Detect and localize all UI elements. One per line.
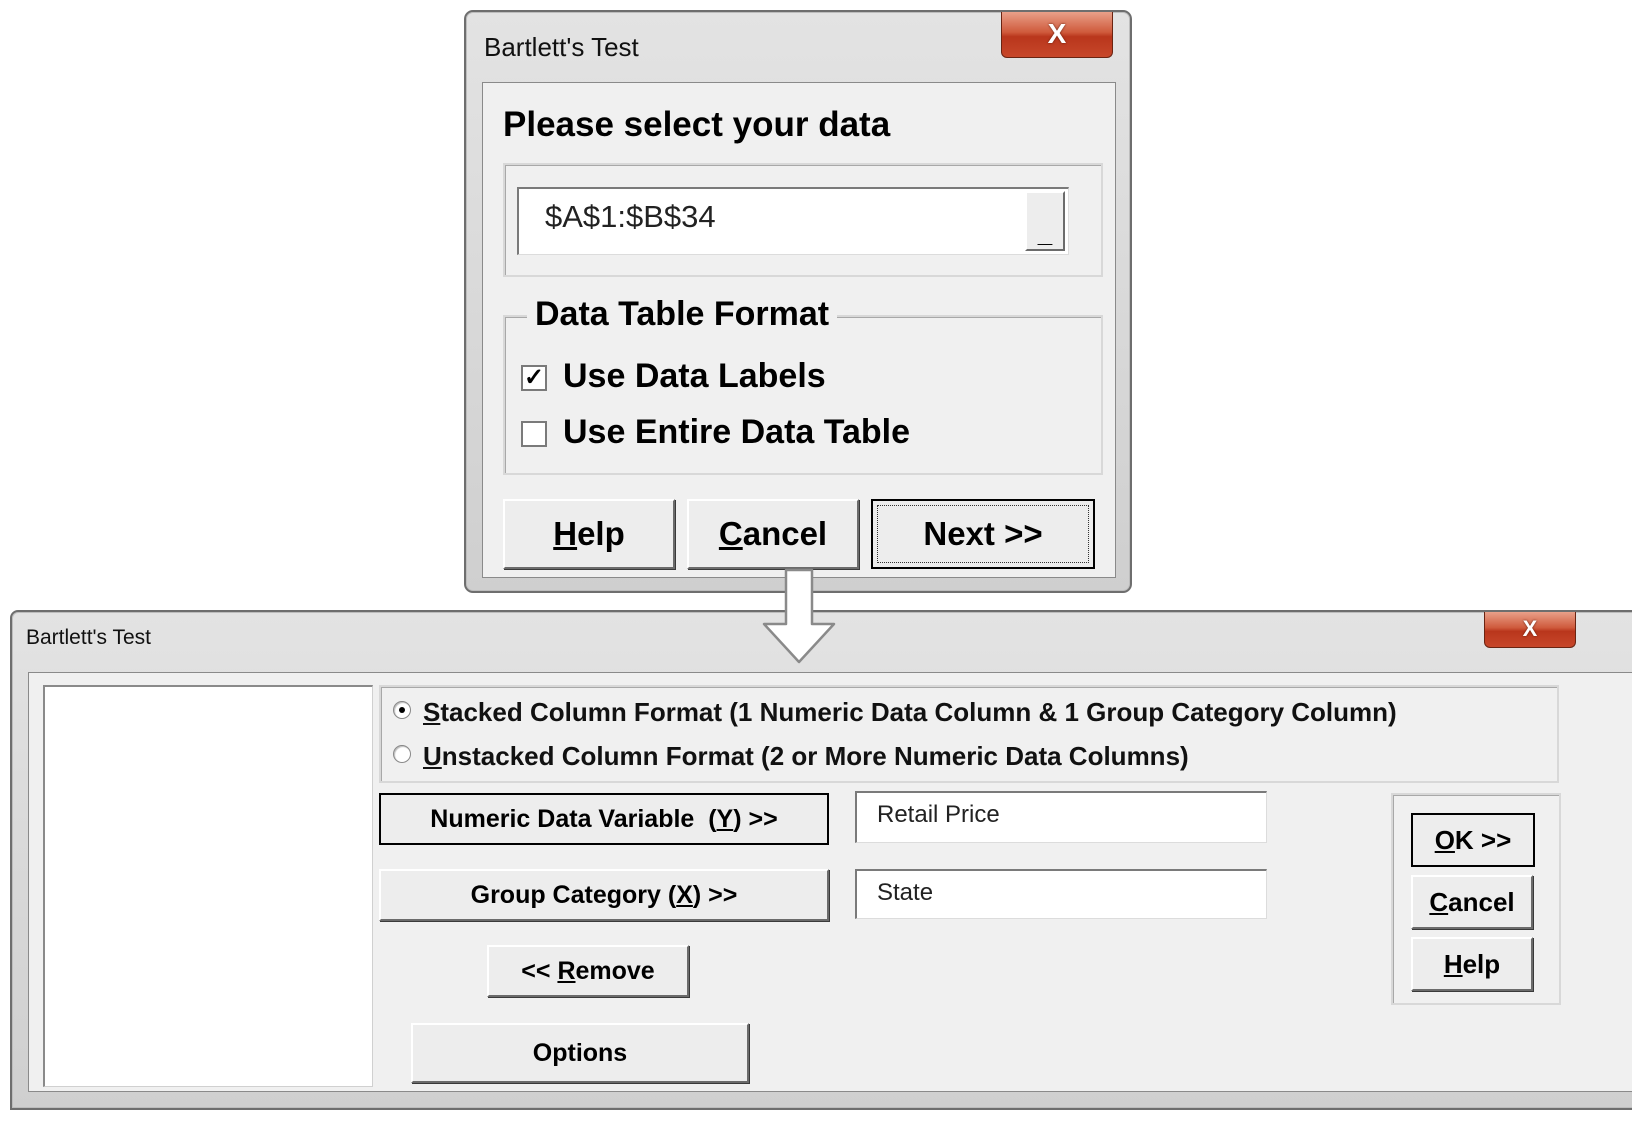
range-select-button[interactable]: _ <box>1025 191 1065 251</box>
group-category-button[interactable]: Group Category (X) >> <box>379 869 829 921</box>
remove-label: << Remove <box>521 957 654 986</box>
numeric-var-label: Numeric Data Variable (Y) >> <box>430 805 777 834</box>
use-data-labels-checkbox[interactable]: ✓ <box>521 365 547 391</box>
help-label: Help <box>1444 949 1500 980</box>
next-button[interactable]: Next >> <box>871 499 1095 569</box>
remove-mnemonic: R <box>557 956 576 985</box>
close-icon: X <box>1047 18 1067 49</box>
close-button[interactable]: X <box>1484 612 1576 648</box>
numeric-var-mnemonic: Y <box>716 804 734 833</box>
unstacked-mnemonic: U <box>423 741 442 771</box>
use-entire-table-checkbox[interactable] <box>521 421 547 447</box>
data-table-format-group: Data Table Format ✓ Use Data Labels Use … <box>503 295 1103 475</box>
help-mnemonic: H <box>1443 948 1463 979</box>
stacked-label-rest: tacked Column Format (1 Numeric Data Col… <box>440 697 1397 727</box>
cancel-label: Cancel <box>719 515 827 553</box>
variable-list-box[interactable] <box>43 685 373 1087</box>
dialog-title: Bartlett's Test <box>26 626 152 649</box>
cancel-label: Cancel <box>1429 887 1514 918</box>
unstacked-format-option[interactable]: Unstacked Column Format (2 or More Numer… <box>391 741 1541 777</box>
help-label: Help <box>553 515 625 553</box>
options-button[interactable]: Options <box>411 1023 749 1083</box>
numeric-var-label-after: ) >> <box>733 804 778 833</box>
group-label-after: ) >> <box>692 880 738 909</box>
unstacked-format-radio[interactable] <box>393 745 411 763</box>
help-label-rest: elp <box>1462 948 1501 979</box>
ok-label: OK >> <box>1435 825 1512 856</box>
ok-label-rest: K >> <box>1454 824 1512 855</box>
cancel-label-rest: ancel <box>742 515 828 552</box>
dialog-client-area: Please select your data $A$1:$B$34 _ Dat… <box>482 82 1116 578</box>
use-data-labels-label: Use Data Labels <box>563 357 826 395</box>
numeric-data-variable-field[interactable]: Retail Price <box>855 791 1267 843</box>
use-entire-table-option[interactable]: Use Entire Data Table <box>521 413 1081 453</box>
range-input[interactable]: $A$1:$B$34 <box>517 187 1069 255</box>
use-data-labels-option[interactable]: ✓ Use Data Labels <box>521 357 1081 397</box>
select-data-prompt: Please select your data <box>503 105 891 144</box>
help-button[interactable]: Help <box>503 499 675 569</box>
range-group: $A$1:$B$34 _ <box>503 163 1103 277</box>
remove-label-rest: emove <box>575 956 655 985</box>
cancel-mnemonic: C <box>1429 886 1449 917</box>
group-label-before: Group Category ( <box>470 880 677 909</box>
radio-selected-dot <box>399 707 405 713</box>
bartlett-step1-dialog: Bartlett's Test X Please select your dat… <box>464 10 1132 593</box>
stacked-format-radio[interactable] <box>393 701 411 719</box>
help-button[interactable]: Help <box>1411 937 1533 991</box>
dialog-client-area: Stacked Column Format (1 Numeric Data Co… <box>28 672 1632 1092</box>
dialog-title: Bartlett's Test <box>484 32 639 62</box>
use-entire-table-label: Use Entire Data Table <box>563 413 911 451</box>
down-arrow-icon <box>762 568 836 664</box>
numeric-var-value: Retail Price <box>877 801 1000 828</box>
numeric-var-label-before: Numeric Data Variable ( <box>430 804 717 833</box>
remove-label-before: << <box>521 956 558 985</box>
stacked-mnemonic: S <box>423 697 441 727</box>
stacked-format-option[interactable]: Stacked Column Format (1 Numeric Data Co… <box>391 697 1541 733</box>
stacked-format-label: Stacked Column Format (1 Numeric Data Co… <box>423 697 1397 728</box>
cancel-mnemonic: C <box>718 515 743 552</box>
unstacked-format-label: Unstacked Column Format (2 or More Numer… <box>423 741 1189 772</box>
cancel-button[interactable]: Cancel <box>1411 875 1533 929</box>
bartlett-step2-dialog: Bartlett's Test X Stacked Column Format … <box>10 610 1632 1110</box>
close-icon: X <box>1522 616 1538 641</box>
ok-mnemonic: O <box>1434 824 1455 855</box>
help-label-rest: elp <box>577 515 625 552</box>
action-buttons-group: OK >> Cancel Help <box>1391 793 1561 1005</box>
remove-button[interactable]: << Remove <box>487 945 689 997</box>
ok-button[interactable]: OK >> <box>1411 813 1535 867</box>
group-category-field[interactable]: State <box>855 869 1267 919</box>
unstacked-label-rest: nstacked Column Format (2 or More Numeri… <box>441 741 1189 771</box>
check-icon: ✓ <box>523 364 545 391</box>
help-mnemonic: H <box>553 515 578 552</box>
cancel-button[interactable]: Cancel <box>687 499 859 569</box>
group-title: Data Table Format <box>527 295 838 334</box>
focus-rect <box>877 505 1089 563</box>
options-label: Options <box>532 1038 628 1067</box>
group-category-label: Group Category (X) >> <box>471 881 738 910</box>
range-value: $A$1:$B$34 <box>545 199 716 234</box>
close-button[interactable]: X <box>1001 12 1113 58</box>
cancel-label-rest: ancel <box>1448 886 1515 917</box>
numeric-data-variable-button[interactable]: Numeric Data Variable (Y) >> <box>379 793 829 845</box>
group-mnemonic: X <box>676 880 693 909</box>
collapse-icon: _ <box>1037 218 1053 248</box>
column-format-group: Stacked Column Format (1 Numeric Data Co… <box>379 685 1559 783</box>
group-category-value: State <box>877 879 934 906</box>
